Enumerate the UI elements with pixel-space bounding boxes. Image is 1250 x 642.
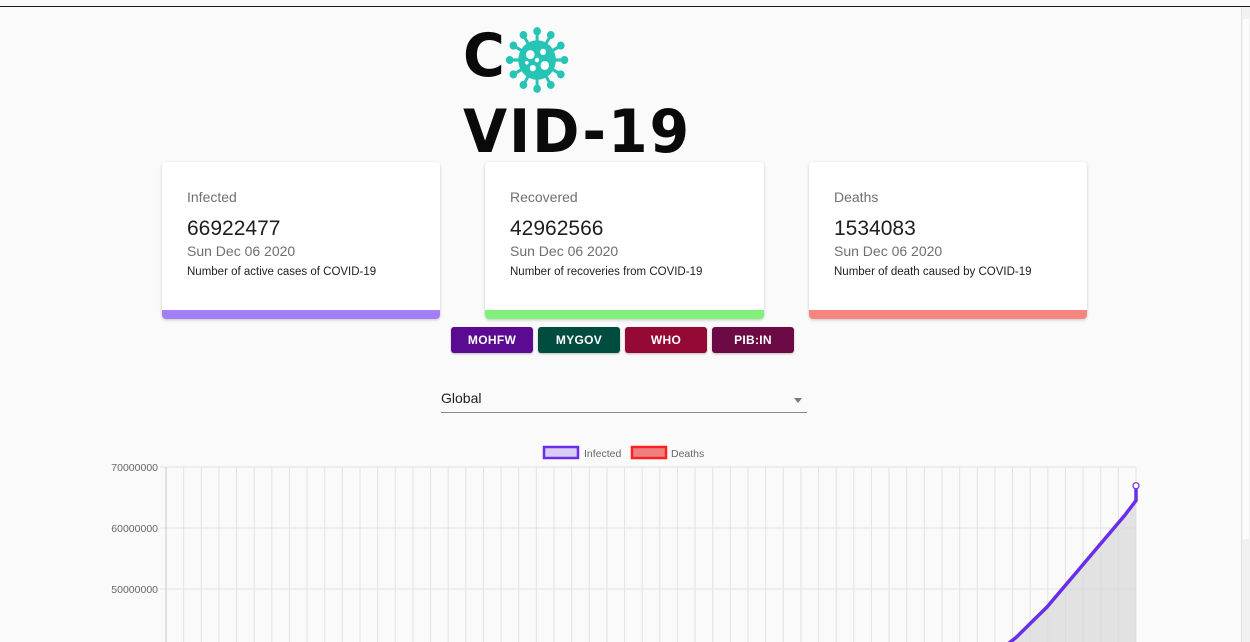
window-top-border [0, 6, 1250, 7]
covid-logo: C VID-19 [463, 21, 793, 166]
deaths-card: Deaths 1534083 Sun Dec 06 2020 Number of… [809, 162, 1087, 319]
virus-spot [525, 60, 529, 65]
legend-swatch-deaths [630, 445, 668, 460]
virus-spike-tip [533, 84, 541, 93]
source-buttons: MOHFW MYGOV WHO PIB:IN [451, 327, 794, 353]
infected-area [1000, 485, 1136, 642]
legend-label-deaths: Deaths [671, 448, 704, 460]
virus-spot [534, 57, 540, 62]
virus-spot [525, 49, 535, 59]
card-description: Number of active cases of COVID-19 [187, 266, 377, 278]
region-select-value: Global [441, 390, 482, 406]
virus-spike-tip [519, 30, 528, 39]
logo-text-rest: VID-19 [463, 96, 692, 167]
virus-spike-tip [505, 55, 514, 64]
y-tick-label: 50000000 [111, 584, 158, 596]
chevron-down-icon[interactable] [794, 398, 802, 403]
card-description: Number of death caused by COVID-19 [834, 266, 1032, 278]
card-accent-bar [485, 310, 764, 319]
card-label: Infected [187, 189, 237, 205]
mohfw-button[interactable]: MOHFW [451, 327, 533, 353]
virus-spike-tip [546, 80, 555, 89]
cases-chart: 70000000 60000000 50000000 Infected Deaths [111, 445, 1140, 642]
recovered-card: Recovered 42962566 Sun Dec 06 2020 Numbe… [485, 162, 764, 319]
infected-point [1132, 482, 1140, 490]
card-description: Number of recoveries from COVID-19 [510, 266, 703, 278]
card-label: Recovered [510, 189, 578, 205]
virus-spot [529, 64, 536, 71]
region-select[interactable]: Global [441, 387, 807, 413]
card-label: Deaths [834, 189, 879, 205]
virus-spike-tip [560, 55, 569, 64]
virus-spot [540, 48, 547, 55]
card-date: Sun Dec 06 2020 [510, 243, 619, 259]
card-value: 66922477 [187, 217, 281, 240]
virus-spike-tip [509, 70, 518, 79]
mygov-button[interactable]: MYGOV [538, 327, 620, 353]
card-value: 42962566 [510, 217, 604, 240]
card-date: Sun Dec 06 2020 [187, 243, 296, 259]
infected-card: Infected 66922477 Sun Dec 06 2020 Number… [162, 162, 440, 319]
logo-letter-c: C [463, 21, 507, 92]
legend-swatch-infected [542, 445, 580, 460]
card-accent-bar [809, 310, 1087, 319]
virus-spike-tip [546, 30, 555, 39]
card-accent-bar [162, 310, 440, 319]
card-value: 1534083 [834, 217, 916, 240]
virus-icon [505, 26, 569, 93]
virus-spot [540, 60, 550, 70]
y-tick-label: 60000000 [111, 523, 158, 535]
pib-button[interactable]: PIB:IN [712, 327, 794, 353]
who-button[interactable]: WHO [625, 327, 707, 353]
virus-spike-tip [533, 26, 541, 35]
virus-spike-tip [509, 41, 518, 50]
y-tick-label: 70000000 [111, 462, 158, 474]
virus-spike-tip [519, 80, 528, 89]
virus-spike-tip [556, 41, 565, 50]
virus-spike-tip [556, 70, 565, 79]
card-date: Sun Dec 06 2020 [834, 243, 943, 259]
legend-label-infected: Infected [584, 448, 622, 460]
